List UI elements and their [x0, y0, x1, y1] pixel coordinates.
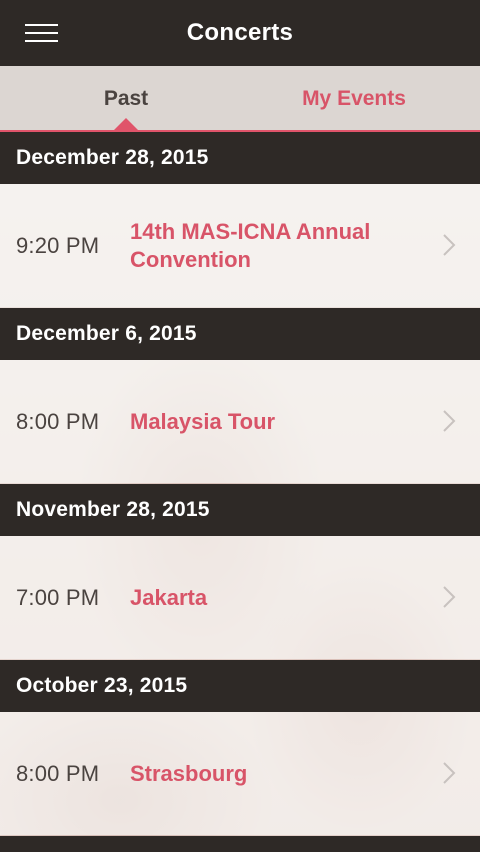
- date-header-partial: [0, 836, 480, 852]
- date-header: December 28, 2015: [0, 132, 480, 184]
- menu-line: [25, 40, 58, 42]
- chevron-right-icon: [442, 761, 456, 785]
- event-row[interactable]: 7:00 PM Jakarta: [0, 536, 480, 659]
- event-title: Strasbourg: [130, 760, 248, 786]
- event-row[interactable]: 8:00 PM Strasbourg: [0, 712, 480, 835]
- event-time: 7:00 PM: [16, 585, 100, 610]
- event-time: 8:00 PM: [16, 761, 100, 786]
- top-bar: Concerts: [0, 0, 480, 66]
- event-row[interactable]: 8:00 PM Malaysia Tour: [0, 360, 480, 483]
- date-header: December 6, 2015: [0, 308, 480, 360]
- active-tab-indicator: [113, 118, 139, 131]
- page-title: Concerts: [186, 19, 294, 46]
- menu-line: [25, 24, 58, 26]
- event-title: Malaysia Tour: [130, 408, 276, 434]
- date-header: November 28, 2015: [0, 484, 480, 536]
- menu-line: [25, 32, 58, 34]
- tab-my-events[interactable]: My Events: [234, 66, 474, 130]
- hamburger-menu-icon[interactable]: [25, 24, 58, 42]
- event-time: 9:20 PM: [16, 233, 100, 258]
- event-title: Jakarta: [130, 584, 208, 610]
- chevron-right-icon: [442, 233, 456, 257]
- tab-bar: Past My Events: [0, 66, 480, 132]
- event-time: 8:00 PM: [16, 409, 100, 434]
- chevron-right-icon: [442, 585, 456, 609]
- date-header: October 23, 2015: [0, 660, 480, 712]
- event-title: 14th MAS-ICNA Annual Convention: [130, 218, 371, 272]
- chevron-right-icon: [442, 409, 456, 433]
- event-row[interactable]: 9:20 PM 14th MAS-ICNA Annual Convention: [0, 184, 480, 307]
